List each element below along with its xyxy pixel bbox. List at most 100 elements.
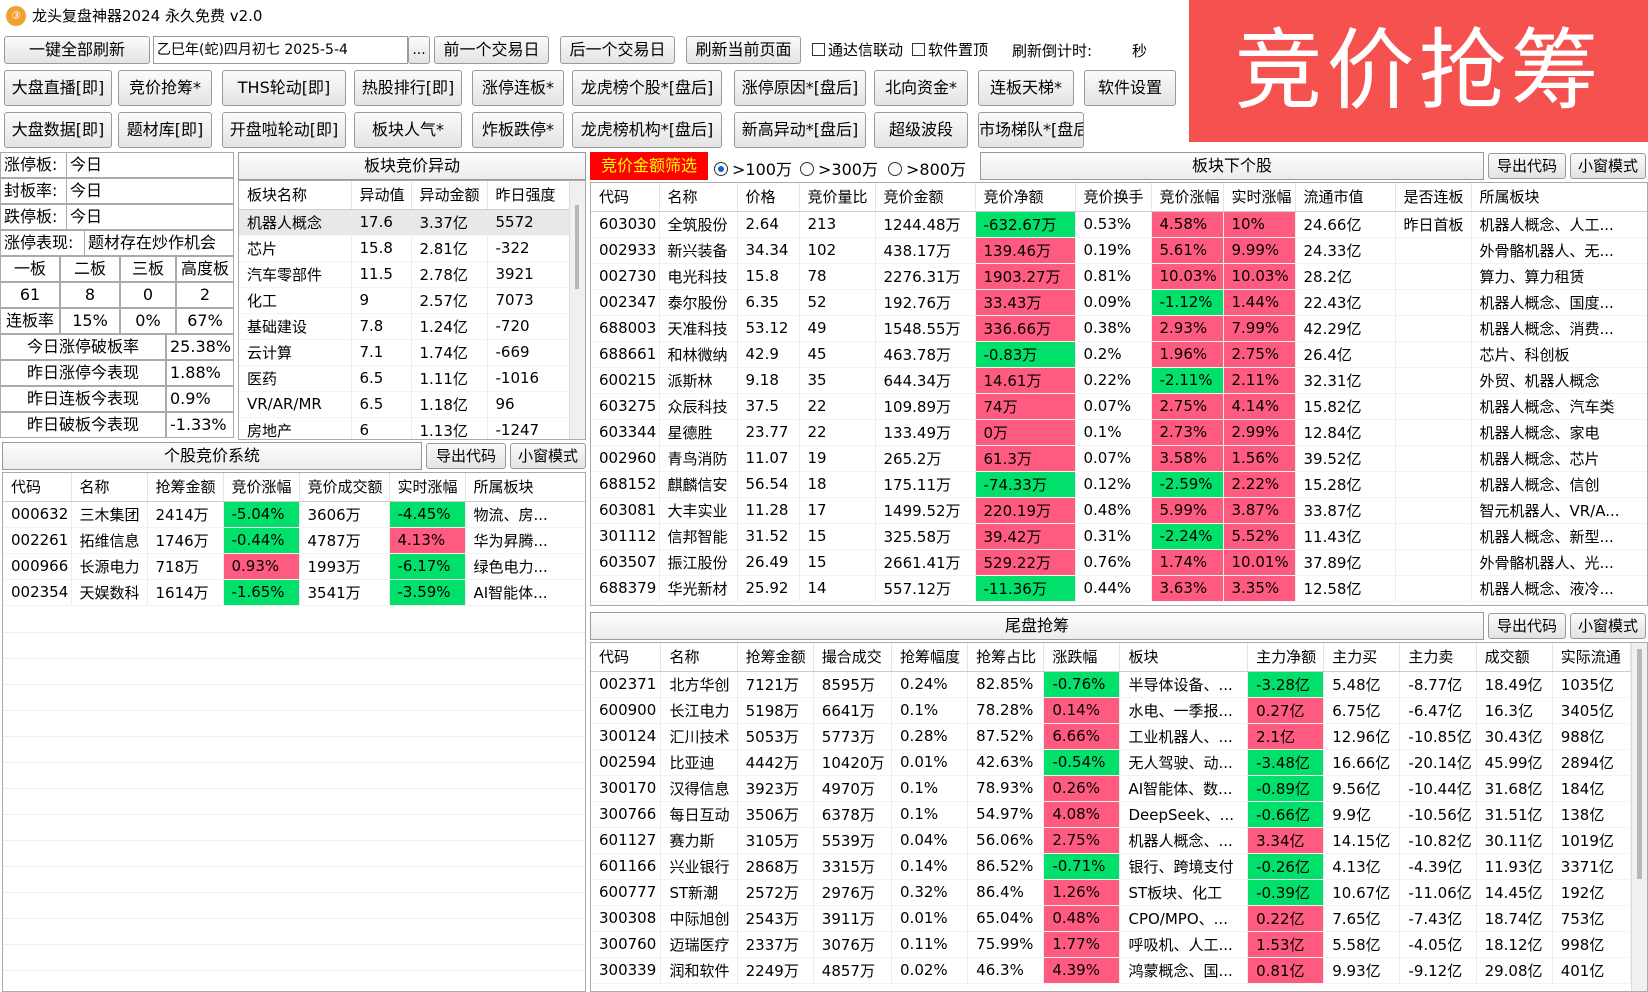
column-header[interactable]: 板块名称 <box>239 181 352 210</box>
column-header[interactable]: 撮合成交 <box>813 643 893 672</box>
table-row[interactable]: 300339 润和软件 2249万 4857万 0.02% 46.3% 4.39% 鸿蒙概念、… <box>591 957 1632 984</box>
table-row[interactable]: 002347 泰尔股份 6.35 52 192.76万 33.43万 0.09% -1.12%… <box>591 289 1647 316</box>
column-header[interactable]: 竞价涨幅 <box>223 473 300 502</box>
table-row[interactable]: 300124 汇川技术 5053万 5773万 0.28% 87.52% 6.66% 工业机器… <box>591 723 1632 750</box>
sector-stocks-export-button[interactable]: 导出代码 <box>1488 153 1566 179</box>
nav-dragon-tiger-stocks[interactable]: 龙虎榜个股*[盘后] <box>572 70 722 106</box>
column-header[interactable]: 竞价换手 <box>1075 183 1152 212</box>
table-row[interactable]: 002371 北方华创 7121万 8595万 0.24% 82.85% -0.76% 半导体… <box>591 671 1632 698</box>
nav-bidding-grab[interactable]: 竞价抢筹* <box>118 70 212 106</box>
tail-scrollbar[interactable] <box>1631 643 1647 991</box>
nav-new-high-anomaly[interactable]: 新高异动*[盘后] <box>734 112 866 148</box>
nav-settings[interactable]: 软件设置 <box>1084 70 1176 106</box>
column-header[interactable]: 是否连板 <box>1395 183 1472 212</box>
sector-stocks-mini-button[interactable]: 小窗模式 <box>1570 153 1646 179</box>
stock-bidding-mini-button[interactable]: 小窗模式 <box>510 443 586 469</box>
table-row[interactable]: 600215 派斯林 9.18 35 644.34万 14.61万 0.22% -2.11% 2… <box>591 367 1647 394</box>
table-row[interactable]: 688152 麒麟信安 56.54 18 175.11万 -74.33万 0.12% -2.5… <box>591 471 1647 498</box>
table-row[interactable]: 汽车零部件 11.5 2.78亿 3921 <box>239 261 570 288</box>
pin-top-checkbox[interactable]: 软件置顶 <box>912 39 988 60</box>
nav-ths-rotation[interactable]: THS轮动[即] <box>222 70 346 106</box>
table-row[interactable]: 301112 信邦智能 31.52 15 325.58万 39.42万 0.31% -2.24… <box>591 523 1647 550</box>
table-row[interactable]: 医药 6.5 1.11亿 -1016 <box>239 365 570 392</box>
table-row[interactable]: 603344 星德胜 23.77 22 133.49万 0万 0.1% 2.73% 2.99% 1… <box>591 419 1647 446</box>
refresh-all-button[interactable]: 一键全部刷新 <box>4 36 150 64</box>
nav-limit-up-streak[interactable]: 涨停连板* <box>472 70 564 106</box>
table-row[interactable]: 房地产 6 1.13亿 -1247 <box>239 417 570 439</box>
sector-scrollbar[interactable] <box>569 181 585 439</box>
table-row[interactable]: 002933 新兴装备 34.34 102 438.17万 139.46万 0.19% 5.6… <box>591 237 1647 264</box>
column-header[interactable]: 主力卖 <box>1399 643 1477 672</box>
tdx-link-checkbox[interactable]: 通达信联动 <box>812 39 903 60</box>
table-row[interactable]: 600900 长江电力 5198万 6641万 0.1% 78.28% 0.14% 水电、一季… <box>591 697 1632 724</box>
column-header[interactable]: 抢筹金额 <box>737 643 814 672</box>
nav-theme-library[interactable]: 题材库[即] <box>118 112 212 148</box>
column-header[interactable]: 抢筹幅度 <box>891 643 969 672</box>
next-trading-day-button[interactable]: 后一个交易日 <box>560 36 675 64</box>
filter-option-300[interactable]: >300万 <box>800 156 878 180</box>
table-row[interactable]: 基础建设 7.8 1.24亿 -720 <box>239 313 570 340</box>
prev-trading-day-button[interactable]: 前一个交易日 <box>434 36 549 64</box>
column-header[interactable]: 异动金额 <box>411 181 488 210</box>
column-header[interactable]: 代码 <box>591 183 660 212</box>
table-row[interactable]: 300760 迈瑞医疗 2337万 3076万 0.11% 75.99% 1.77% 呼吸机、… <box>591 931 1632 958</box>
column-header[interactable]: 竞价金额 <box>875 183 976 212</box>
table-row[interactable]: 300308 中际旭创 2543万 3911万 0.01% 65.04% 0.48% CPO/… <box>591 905 1632 932</box>
table-row[interactable]: 688003 天准科技 53.12 49 1548.55万 336.66万 0.38% 2.9… <box>591 315 1647 342</box>
table-row[interactable]: 002354 天娱数科 1614万 -1.65% 3541万 -3.59% AI智能体... <box>3 579 585 606</box>
column-header[interactable]: 竞价净额 <box>975 183 1076 212</box>
refresh-page-button[interactable]: 刷新当前页面 <box>686 36 801 64</box>
column-header[interactable]: 昨日强度 <box>487 181 570 210</box>
column-header[interactable]: 板块 <box>1119 643 1249 672</box>
table-row[interactable]: VR/AR/MR 6.5 1.18亿 96 <box>239 391 570 418</box>
table-row[interactable]: 机器人概念 17.6 3.37亿 5572 <box>239 209 570 236</box>
table-row[interactable]: 300766 每日互动 3506万 6378万 0.1% 54.97% 4.08% DeepS… <box>591 801 1632 828</box>
column-header[interactable]: 竞价成交额 <box>299 473 390 502</box>
nav-limit-up-reasons[interactable]: 涨停原因*[盘后] <box>734 70 866 106</box>
date-input[interactable]: 乙巳年(蛇)四月初七 2025-5-4 <box>153 36 408 64</box>
column-header[interactable]: 名称 <box>71 473 148 502</box>
table-row[interactable]: 603507 振江股份 26.49 15 2661.41万 529.22万 0.76% 1.7… <box>591 549 1647 576</box>
nav-northbound[interactable]: 北向资金* <box>874 70 968 106</box>
table-row[interactable]: 600777 ST新潮 2572万 2976万 0.32% 86.4% 1.26% ST板块、… <box>591 879 1632 906</box>
column-header[interactable]: 代码 <box>3 473 72 502</box>
date-picker-button[interactable]: ... <box>408 36 430 64</box>
stock-bidding-export-button[interactable]: 导出代码 <box>426 443 506 469</box>
column-header[interactable]: 实际流通 <box>1552 643 1632 672</box>
column-header[interactable]: 实时涨幅 <box>1223 183 1296 212</box>
nav-market-tiers[interactable]: 市场梯队*[盘后] <box>978 112 1084 148</box>
column-header[interactable]: 主力净额 <box>1247 643 1325 672</box>
column-header[interactable]: 竞价涨幅 <box>1151 183 1224 212</box>
table-row[interactable]: 603275 众辰科技 37.5 22 109.89万 74万 0.07% 2.75% 4.14… <box>591 393 1647 420</box>
nav-hot-stocks[interactable]: 热股排行[即] <box>354 70 462 106</box>
nav-super-swing[interactable]: 超级波段 <box>874 112 968 148</box>
column-header[interactable]: 代码 <box>591 643 662 672</box>
table-row[interactable]: 002594 比亚迪 4442万 10420万 0.01% 42.63% -0.54% 无人驾… <box>591 749 1632 776</box>
column-header[interactable]: 流通市值 <box>1295 183 1396 212</box>
column-header[interactable]: 名称 <box>659 183 738 212</box>
column-header[interactable]: 实时涨幅 <box>389 473 466 502</box>
column-header[interactable]: 异动值 <box>351 181 412 210</box>
column-header[interactable]: 所属板块 <box>1471 183 1647 212</box>
scrollbar-thumb[interactable] <box>575 205 579 289</box>
table-row[interactable]: 002960 青鸟消防 11.07 19 265.2万 61.3万 0.07% 3.58% 1.… <box>591 445 1647 472</box>
column-header[interactable]: 竞价量比 <box>799 183 876 212</box>
column-header[interactable]: 名称 <box>660 643 738 672</box>
nav-dragon-tiger-institutions[interactable]: 龙虎榜机构*[盘后] <box>572 112 722 148</box>
column-header[interactable]: 抢筹金额 <box>147 473 224 502</box>
tail-bidding-mini-button[interactable]: 小窗模式 <box>1570 613 1646 639</box>
table-row[interactable]: 603030 全筑股份 2.64 213 1244.48万 -632.67万 0.53% 4.… <box>591 211 1647 238</box>
column-header[interactable]: 主力买 <box>1323 643 1401 672</box>
column-header[interactable]: 涨跌幅 <box>1043 643 1121 672</box>
table-row[interactable]: 002261 拓维信息 1746万 -0.44% 4787万 4.13% 华为昇腾... <box>3 527 585 554</box>
nav-streak-ladder[interactable]: 连板天梯* <box>978 70 1074 106</box>
scrollbar-thumb[interactable] <box>1637 649 1642 879</box>
tail-bidding-export-button[interactable]: 导出代码 <box>1488 613 1566 639</box>
table-row[interactable]: 603081 大丰实业 11.28 17 1499.52万 220.19万 0.48% 5.9… <box>591 497 1647 524</box>
table-row[interactable]: 芯片 15.8 2.81亿 -322 <box>239 235 570 262</box>
column-header[interactable]: 成交额 <box>1476 643 1553 672</box>
table-row[interactable]: 000966 长源电力 718万 0.93% 1993万 -6.17% 绿色电力... <box>3 553 585 580</box>
table-row[interactable]: 688661 和林微纳 42.9 45 463.78万 -0.83万 0.2% 1.96% 2.… <box>591 341 1647 368</box>
nav-kpl-rotation[interactable]: 开盘啦轮动[即] <box>222 112 346 148</box>
table-row[interactable]: 云计算 7.1 1.74亿 -669 <box>239 339 570 366</box>
